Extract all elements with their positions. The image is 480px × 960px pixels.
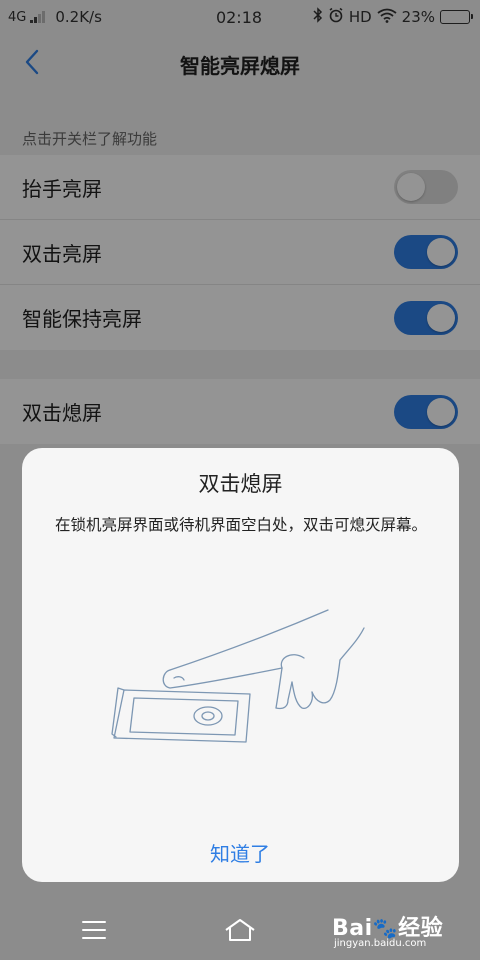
- home-icon[interactable]: [222, 916, 258, 944]
- info-dialog: 双击熄屏 在锁机亮屏界面或待机界面空白处，双击可熄灭屏幕。 知道了: [22, 448, 459, 882]
- paw-icon: 🐾: [372, 916, 399, 940]
- baidu-watermark: Bai🐾经验 jingyan.baidu.com: [332, 904, 462, 956]
- menu-icon[interactable]: [80, 919, 108, 941]
- dialog-ok-button[interactable]: 知道了: [152, 834, 328, 870]
- dialog-title: 双击熄屏: [198, 472, 283, 496]
- watermark-url: jingyan.baidu.com: [334, 938, 427, 949]
- navigation-bar: Bai🐾经验 jingyan.baidu.com: [0, 900, 480, 960]
- double-tap-illustration: [102, 598, 382, 758]
- dialog-description: 在锁机亮屏界面或待机界面空白处，双击可熄灭屏幕。: [54, 516, 427, 534]
